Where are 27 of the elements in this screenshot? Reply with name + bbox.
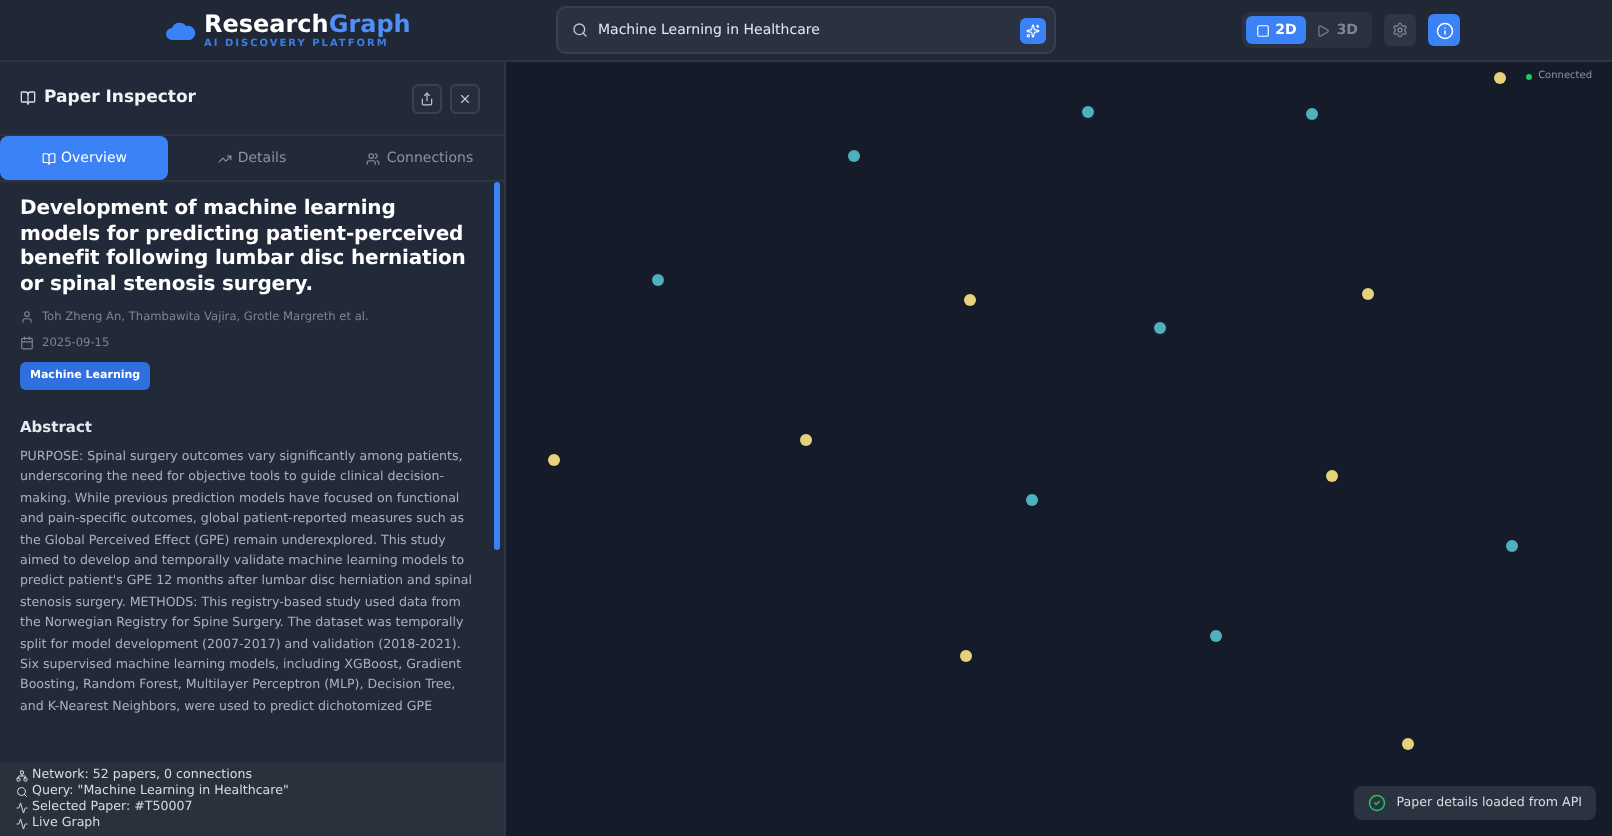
square-icon — [1255, 23, 1270, 37]
paper-title: Development of machine learning models for predicting patient-perceived benefit following lumbar disc herniation or spinal stenosis surgery. — [20, 198, 468, 298]
book-icon — [20, 90, 36, 106]
book-icon — [41, 151, 56, 165]
authors-icon — [20, 310, 34, 324]
scrollbar[interactable] — [494, 182, 500, 550]
settings-icon — [1392, 22, 1408, 38]
share-icon — [420, 91, 434, 105]
trend-icon — [217, 151, 232, 165]
search-icon — [16, 786, 28, 798]
settings-button[interactable] — [1384, 14, 1416, 46]
people-icon — [366, 151, 381, 165]
share-button[interactable] — [412, 83, 442, 113]
play-icon — [1316, 23, 1331, 37]
cloud-icon — [164, 21, 196, 39]
network-icon — [16, 770, 28, 782]
ai-search-button[interactable] — [1020, 17, 1046, 43]
search-icon — [572, 22, 588, 38]
info-icon — [1435, 21, 1453, 39]
calendar-icon — [20, 336, 34, 350]
close-icon — [458, 91, 472, 105]
info-button[interactable] — [1428, 14, 1460, 46]
panel-title: Paper Inspector — [44, 88, 196, 108]
check-icon — [1368, 794, 1387, 812]
brand-name: ResearchGraph — [204, 11, 411, 37]
close-button[interactable] — [450, 83, 480, 113]
sparkle-icon — [1026, 23, 1040, 37]
